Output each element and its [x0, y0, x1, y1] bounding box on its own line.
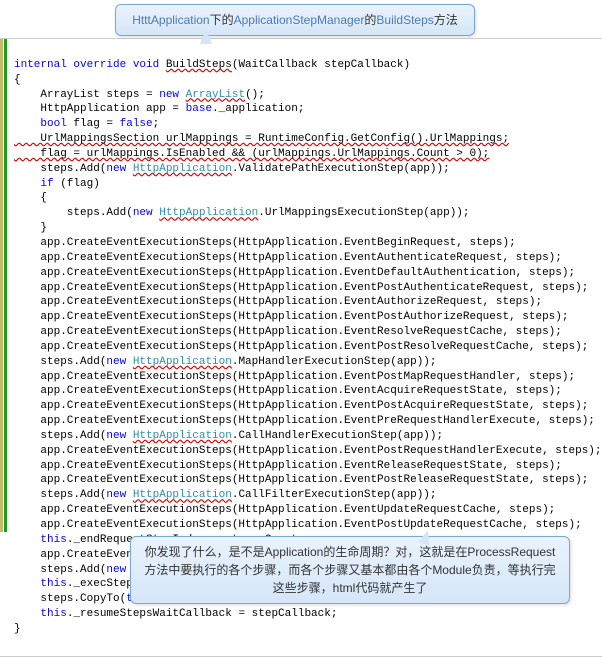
kw: new: [133, 207, 159, 219]
callout-bottom: 你发现了什么，是不是Application的生命周期？对，这就是在Process…: [130, 536, 570, 604]
kw: this: [40, 534, 66, 546]
kw: bool: [40, 118, 66, 130]
c: app.CreateEventExecutionSteps(HttpApplic…: [14, 474, 588, 486]
c: app.CreateEventExecutionSteps(HttpApplic…: [14, 341, 588, 353]
c: app.CreateEventExecutionSteps(HttpApplic…: [14, 326, 562, 338]
typ: HttpApplication: [133, 430, 232, 442]
typ: HttpApplication: [133, 163, 232, 175]
kw: if: [40, 178, 53, 190]
callout-top-txt6: 方法: [434, 13, 458, 27]
c: steps.Add(: [14, 163, 106, 175]
kw: new: [106, 430, 132, 442]
c: app.CreateEventExecutionSteps(HttpApplic…: [14, 504, 555, 516]
c: app.CreateEventExecutionSteps(HttpApplic…: [14, 371, 575, 383]
typ: ArrayList: [186, 89, 245, 101]
typ: HttpApplication: [159, 207, 258, 219]
c: app.CreateEventExecutionSteps(HttpApplic…: [14, 237, 516, 249]
c: .ValidatePathExecutionStep(app));: [232, 163, 450, 175]
callout-top: HtttApplication下的ApplicationStepManager的…: [115, 4, 475, 36]
c: app.CreateEventExecutionSteps(HttpApplic…: [14, 445, 602, 457]
c: [14, 118, 40, 130]
c: app.CreateEventExecutionSteps(HttpApplic…: [14, 282, 588, 294]
c: flag = urlMappings.IsEnabled && (urlMapp…: [14, 148, 489, 160]
kw: new: [106, 489, 132, 501]
c: app.CreateEventExecutionSteps(HttpApplic…: [14, 252, 562, 264]
callout-bottom-text: 你发现了什么，是不是Application的生命周期？对，这就是在Process…: [144, 545, 555, 595]
brace: }: [14, 623, 21, 635]
c: [14, 578, 40, 590]
c: steps.CopyTo(: [14, 593, 126, 605]
c: app.CreateEventExecutionSteps(HttpApplic…: [14, 311, 569, 323]
c: ._application;: [212, 103, 304, 115]
c: app.CreateEventExecutionSteps(HttpApplic…: [14, 400, 588, 412]
c: .MapHandlerExecutionStep(app));: [232, 356, 437, 368]
method-name: BuildSteps: [166, 59, 232, 71]
c: steps.Add(: [14, 207, 133, 219]
c: steps.Add(: [14, 356, 106, 368]
c: app.CreateEventExecutionSteps(HttpApplic…: [14, 460, 562, 472]
kw-sig: internal override void: [14, 59, 166, 71]
c: ;: [153, 118, 160, 130]
method-args: (WaitCallback stepCallback): [232, 59, 410, 71]
kw: new: [159, 89, 185, 101]
c: .UrlMappingsExecutionStep(app));: [258, 207, 469, 219]
c: .CallFilterExecutionStep(app));: [232, 489, 437, 501]
c: app.CreateEventExecutionSteps(HttpApplic…: [14, 415, 595, 427]
callout-top-txt2: 下的: [210, 13, 234, 27]
callout-top-txt3: ApplicationStepManager: [234, 13, 365, 27]
c: app.CreateEventExecutionSteps(HttpApplic…: [14, 267, 575, 279]
c: [14, 534, 40, 546]
c: app.CreateEventExecutionSteps(HttpApplic…: [14, 296, 542, 308]
callout-top-txt4: 的: [364, 13, 376, 27]
kw: new: [106, 356, 132, 368]
kw: new: [106, 163, 132, 175]
kw: false: [120, 118, 153, 130]
callout-top-pointer: [200, 30, 212, 44]
brace: }: [14, 222, 47, 234]
kw: base: [186, 103, 212, 115]
c: steps.Add(: [14, 489, 106, 501]
typ: HttpApplication: [133, 356, 232, 368]
c: ArrayList steps =: [14, 89, 159, 101]
typ: HttpApplication: [133, 489, 232, 501]
c: app.CreateEventExecutionSteps(HttpApplic…: [14, 385, 562, 397]
kw: this: [40, 578, 66, 590]
kw: new: [106, 564, 132, 576]
c: steps.Add(: [14, 564, 106, 576]
c: ();: [245, 89, 265, 101]
callout-top-txt1: HtttApplication: [132, 13, 209, 27]
c: app.CreateEventExecutionSteps(HttpApplic…: [14, 519, 582, 531]
c: HttpApplication app =: [14, 103, 186, 115]
c: steps.Add(: [14, 430, 106, 442]
c: (flag): [54, 178, 100, 190]
c: flag =: [67, 118, 120, 130]
brace: {: [14, 192, 47, 204]
c: [14, 178, 40, 190]
c: .CallHandlerExecutionStep(app));: [232, 430, 443, 442]
brace: {: [14, 74, 21, 86]
c: UrlMappingsSection urlMappings = Runtime…: [14, 133, 509, 145]
callout-top-txt5: BuildSteps: [376, 13, 433, 27]
